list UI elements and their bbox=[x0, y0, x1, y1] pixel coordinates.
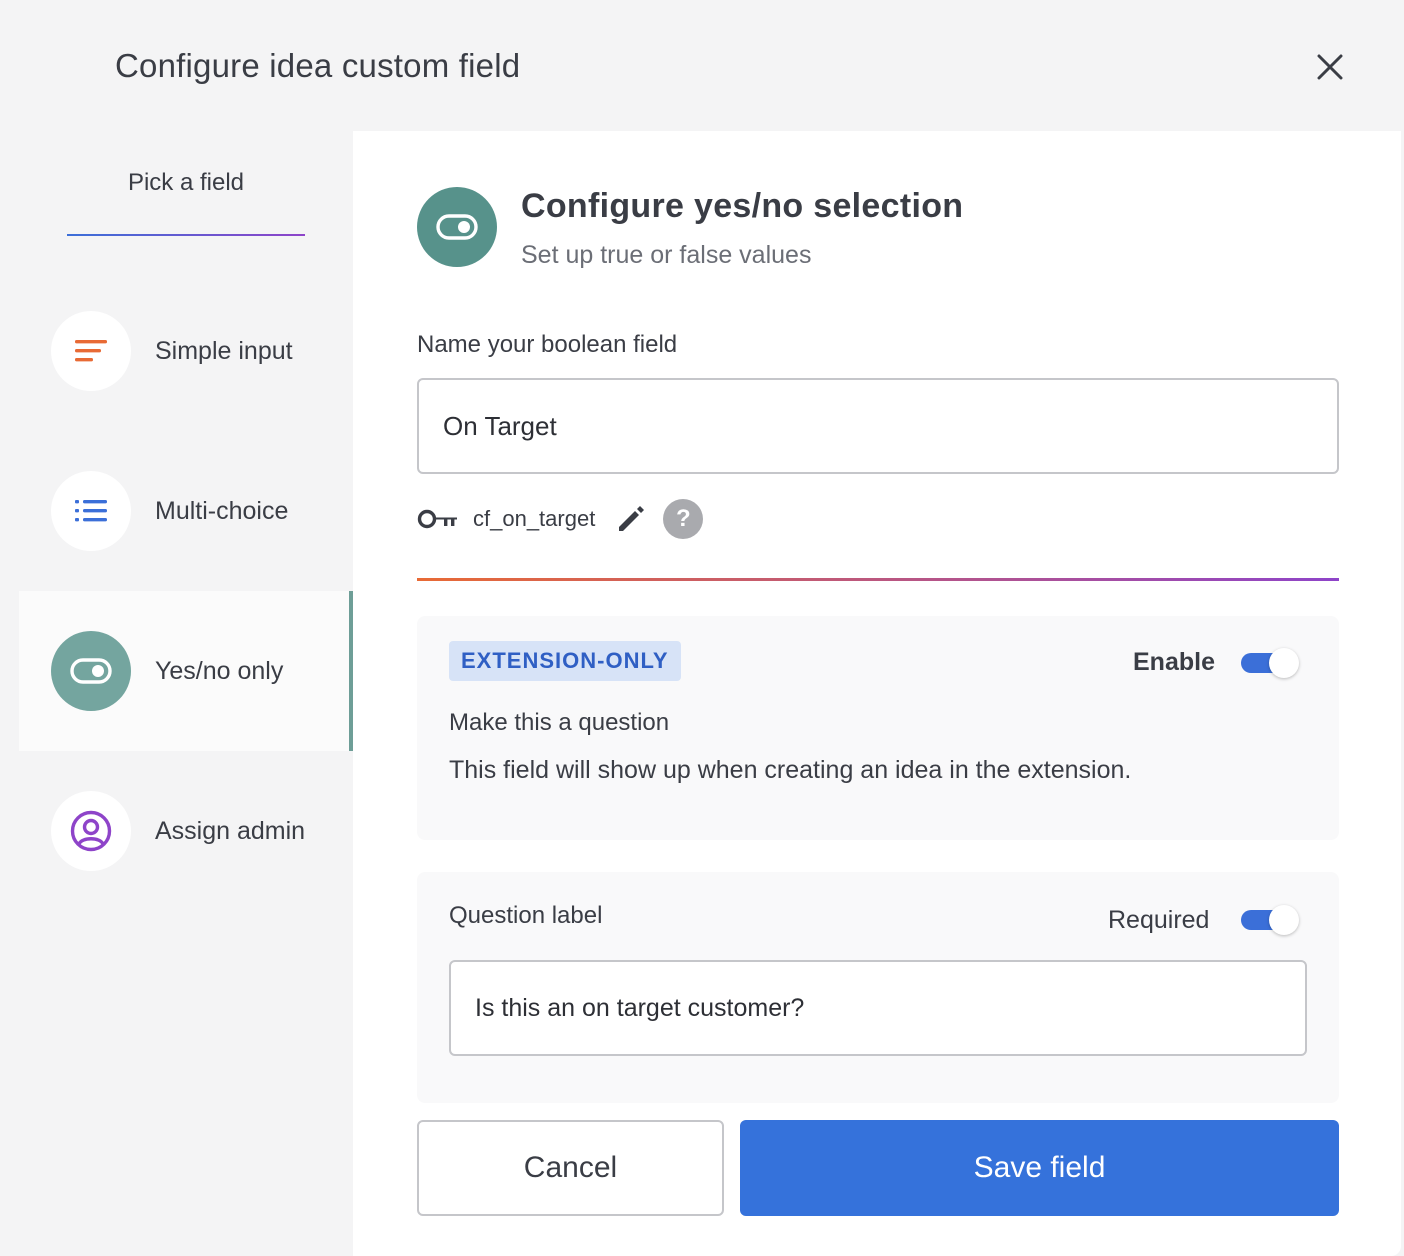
enable-toggle[interactable] bbox=[1241, 648, 1299, 678]
question-description: This field will show up when creating an… bbox=[449, 756, 1132, 784]
sidebar-item-label: Simple input bbox=[155, 336, 293, 365]
extension-only-badge: EXTENSION-ONLY bbox=[449, 641, 681, 681]
sidebar-item-yes-no[interactable]: Yes/no only bbox=[19, 591, 353, 751]
gradient-divider bbox=[417, 578, 1339, 581]
user-circle-icon bbox=[70, 810, 112, 852]
modal-title: Configure idea custom field bbox=[115, 47, 521, 84]
required-toggle[interactable] bbox=[1241, 905, 1299, 935]
configure-field-modal: Configure idea custom field Pick a field… bbox=[3, 3, 1401, 1256]
field-type-sidebar: Pick a field Simple input Multi-choice Y… bbox=[3, 131, 353, 1256]
enable-label: Enable bbox=[1133, 648, 1215, 676]
field-key-text: cf_on_target bbox=[473, 506, 596, 531]
pencil-icon bbox=[619, 506, 645, 531]
close-icon bbox=[1317, 54, 1343, 80]
sidebar-item-label: Yes/no only bbox=[155, 656, 284, 685]
question-label-title: Question label bbox=[449, 902, 603, 929]
close-button[interactable] bbox=[1308, 45, 1352, 89]
sidebar-item-label: Multi-choice bbox=[155, 496, 289, 525]
question-title: Make this a question bbox=[449, 709, 670, 736]
modal-header: Configure idea custom field bbox=[3, 3, 1401, 131]
edit-key-button[interactable] bbox=[615, 503, 647, 535]
required-label: Required bbox=[1108, 906, 1210, 934]
extension-panel: EXTENSION-ONLY Enable Make this a questi… bbox=[417, 616, 1339, 840]
help-icon[interactable]: ? bbox=[663, 499, 704, 539]
config-panel: Configure yes/no selection Set up true o… bbox=[353, 131, 1401, 1256]
question-label-input[interactable] bbox=[449, 960, 1307, 1056]
name-field-label: Name your boolean field bbox=[417, 331, 678, 358]
toggle-icon bbox=[436, 214, 478, 240]
cancel-button[interactable]: Cancel bbox=[417, 1120, 724, 1216]
key-icon bbox=[417, 509, 457, 529]
sidebar-item-label: Assign admin bbox=[155, 816, 306, 845]
text-lines-icon bbox=[75, 340, 107, 362]
toggle-icon bbox=[70, 658, 112, 684]
save-field-button[interactable]: Save field bbox=[740, 1120, 1339, 1216]
sidebar-title-underline bbox=[67, 234, 305, 236]
boolean-name-input[interactable] bbox=[417, 378, 1339, 474]
sidebar-item-simple-input[interactable]: Simple input bbox=[19, 271, 353, 431]
question-label-panel: Question label Required bbox=[417, 872, 1339, 1103]
sidebar-title: Pick a field bbox=[127, 169, 245, 196]
field-key-row: cf_on_target ? bbox=[417, 499, 704, 539]
section-title: Configure yes/no selection bbox=[521, 187, 964, 225]
sidebar-item-multi-choice[interactable]: Multi-choice bbox=[19, 431, 353, 591]
sidebar-item-assign-admin[interactable]: Assign admin bbox=[19, 751, 353, 911]
hero-icon-badge bbox=[417, 187, 497, 267]
section-subtitle: Set up true or false values bbox=[521, 241, 812, 269]
list-icon bbox=[75, 500, 107, 522]
